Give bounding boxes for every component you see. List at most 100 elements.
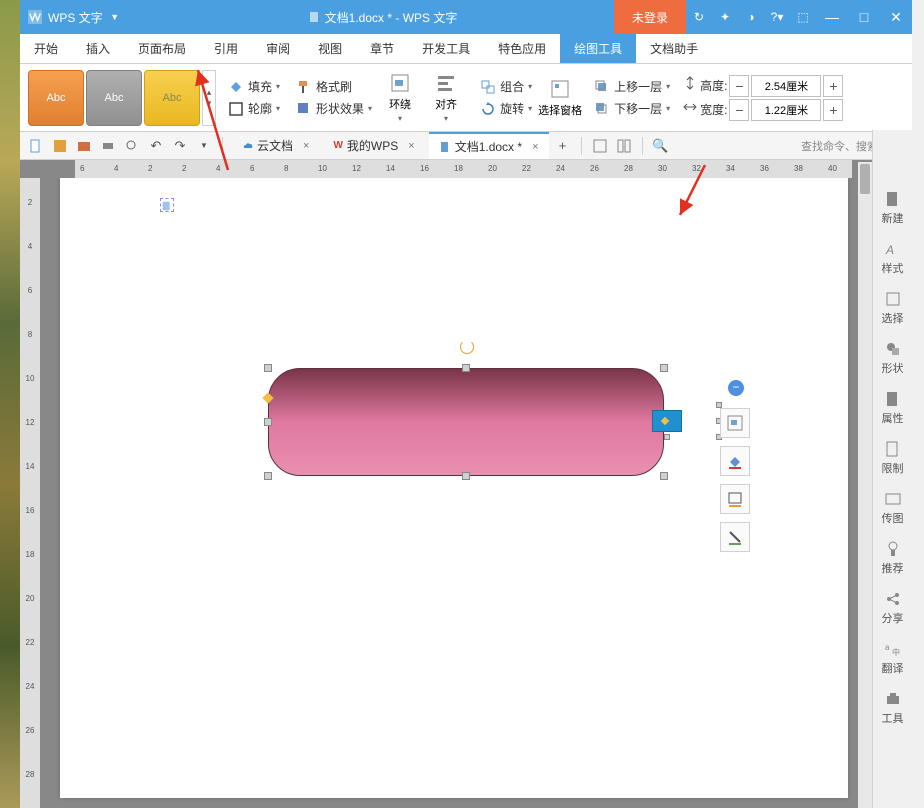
menu-pagelayout[interactable]: 页面布局: [124, 34, 200, 63]
save-icon[interactable]: [50, 136, 70, 156]
close-icon[interactable]: ×: [303, 140, 309, 152]
print-preview-icon[interactable]: [122, 136, 142, 156]
sidebar-tools[interactable]: 工具: [882, 690, 904, 726]
document-area: 246810121416182022242628: [20, 178, 912, 808]
height-plus[interactable]: +: [823, 75, 843, 97]
maximize-button[interactable]: □: [848, 0, 880, 34]
menu-ref[interactable]: 引用: [200, 34, 252, 63]
height-label: 高度:: [700, 77, 727, 94]
rotation-handle[interactable]: [460, 340, 474, 354]
sidebar-props[interactable]: 属性: [882, 390, 904, 426]
view-mode-2-icon[interactable]: [614, 136, 634, 156]
remove-icon[interactable]: −: [728, 380, 744, 396]
paragraph-mark-icon: [160, 198, 174, 212]
format-painter-button[interactable]: 格式刷: [292, 77, 376, 97]
menu-special[interactable]: 特色应用: [484, 34, 560, 63]
shape-quick-panel: −: [720, 380, 750, 552]
width-minus[interactable]: −: [729, 99, 749, 121]
sidebar-recommend[interactable]: 推荐: [882, 540, 904, 576]
collapse-ribbon-icon[interactable]: ⬚: [790, 0, 816, 34]
redo-icon[interactable]: ↷: [170, 136, 190, 156]
menu-drawing-tools[interactable]: 绘图工具: [560, 34, 636, 63]
resize-handle[interactable]: [664, 434, 670, 440]
sidebar-restrict[interactable]: 限制: [882, 440, 904, 476]
sidebar-style[interactable]: A样式: [882, 240, 904, 276]
print-icon[interactable]: [98, 136, 118, 156]
svg-text:a: a: [885, 643, 890, 652]
effects-option-icon[interactable]: [720, 522, 750, 552]
resize-handle[interactable]: [264, 472, 272, 480]
annotation-arrow-2: [670, 160, 720, 235]
tab-document[interactable]: 文档1.docx *×: [429, 132, 549, 159]
search-icon[interactable]: 🔍: [651, 136, 671, 156]
resize-handle[interactable]: [462, 472, 470, 480]
selection-pane-button[interactable]: 选择窗格: [538, 78, 582, 118]
menu-review[interactable]: 审阅: [252, 34, 304, 63]
right-sidebar: 新建 A样式 选择 形状 属性 限制 传图 推荐 分享 a中翻译 工具: [872, 130, 912, 808]
skin-icon[interactable]: ◑: [738, 0, 764, 34]
resize-handle[interactable]: [264, 418, 272, 426]
secondary-shape[interactable]: [652, 410, 700, 432]
login-button[interactable]: 未登录: [614, 0, 686, 34]
view-mode-1-icon[interactable]: [590, 136, 610, 156]
menu-doc-helper[interactable]: 文档助手: [636, 34, 712, 63]
sidebar-share[interactable]: 分享: [882, 590, 904, 626]
sidebar-select[interactable]: 选择: [882, 290, 904, 326]
close-icon[interactable]: ×: [532, 141, 538, 153]
wrap-option-icon[interactable]: [720, 408, 750, 438]
sync-icon[interactable]: ↻: [686, 0, 712, 34]
wps-app-icon: [28, 10, 42, 24]
shape-style-1[interactable]: Abc: [28, 70, 84, 126]
close-button[interactable]: ✕: [880, 0, 912, 34]
outline-option-icon[interactable]: [720, 484, 750, 514]
group-button[interactable]: 组合▾: [476, 77, 536, 97]
menu-devtools[interactable]: 开发工具: [408, 34, 484, 63]
horizontal-ruler[interactable]: 642246810121416182022242628303234363840: [20, 160, 912, 178]
tab-my-wps[interactable]: W我的WPS×: [323, 132, 424, 159]
align-button[interactable]: 对齐▾: [424, 72, 468, 123]
shape-style-2[interactable]: Abc: [86, 70, 142, 126]
rounded-rectangle-shape[interactable]: [268, 368, 664, 476]
vertical-scrollbar[interactable]: [858, 162, 872, 808]
resize-handle[interactable]: [462, 364, 470, 372]
menu-bar: 开始 插入 页面布局 引用 审阅 视图 章节 开发工具 特色应用 绘图工具 文档…: [20, 34, 912, 64]
close-icon[interactable]: ×: [408, 140, 414, 152]
open-icon[interactable]: [74, 136, 94, 156]
height-input[interactable]: [751, 75, 821, 97]
menu-view[interactable]: 视图: [304, 34, 356, 63]
menu-start[interactable]: 开始: [20, 34, 72, 63]
menu-insert[interactable]: 插入: [72, 34, 124, 63]
fill-option-icon[interactable]: [720, 446, 750, 476]
undo-icon[interactable]: ↶: [146, 136, 166, 156]
wrap-button[interactable]: 环绕▾: [378, 72, 422, 123]
selected-shape[interactable]: [268, 368, 678, 484]
annotation-arrow-1: [188, 60, 248, 185]
resize-handle[interactable]: [264, 364, 272, 372]
sidebar-upload-image[interactable]: 传图: [882, 490, 904, 526]
width-label: 宽度:: [700, 101, 727, 118]
rotate-button[interactable]: 旋转▾: [476, 99, 536, 119]
new-tab-button[interactable]: +: [553, 136, 573, 156]
sidebar-shape[interactable]: 形状: [882, 340, 904, 376]
app-menu-caret[interactable]: ▼: [109, 12, 121, 22]
shape-effects-button[interactable]: 形状效果▾: [292, 99, 376, 119]
bring-forward-button[interactable]: 上移一层▾: [590, 77, 674, 97]
sidebar-new[interactable]: 新建: [882, 190, 904, 226]
menu-section[interactable]: 章节: [356, 34, 408, 63]
add-icon[interactable]: ✦: [712, 0, 738, 34]
minimize-button[interactable]: —: [816, 0, 848, 34]
resize-handle[interactable]: [660, 472, 668, 480]
send-backward-button[interactable]: 下移一层▾: [590, 99, 674, 119]
resize-handle[interactable]: [660, 364, 668, 372]
quick-access-toolbar: ↶ ↷ ▼ 云文档× W我的WPS× 文档1.docx *× + 🔍 查找命令、…: [20, 132, 912, 160]
ribbon-toolbar: Abc Abc Abc ▴▾ 填充▾ 轮廓▾ 格式刷 形状效果▾ 环绕▾ 对齐▾…: [20, 64, 912, 132]
sidebar-translate[interactable]: a中翻译: [882, 640, 904, 676]
vertical-ruler[interactable]: 246810121416182022242628: [20, 178, 40, 808]
help-icon[interactable]: ?▾: [764, 0, 790, 34]
svg-text:中: 中: [892, 647, 900, 657]
height-minus[interactable]: −: [729, 75, 749, 97]
width-plus[interactable]: +: [823, 99, 843, 121]
width-input[interactable]: [751, 99, 821, 121]
new-doc-icon[interactable]: [26, 136, 46, 156]
app-name: WPS 文字: [48, 9, 103, 26]
